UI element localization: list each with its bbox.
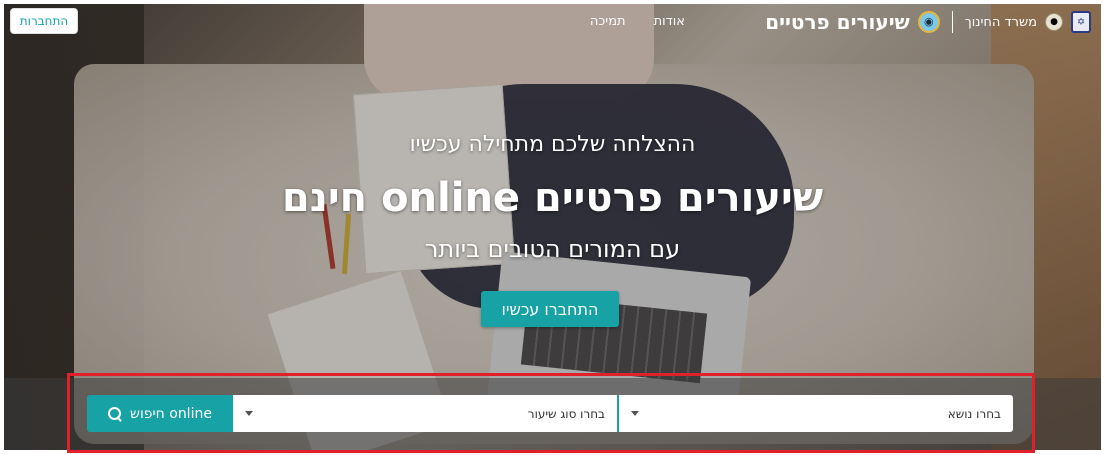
brand-title: שיעורים פרטיים	[765, 10, 910, 34]
owl-icon: ◉	[917, 11, 940, 33]
owl-icon: ●	[1045, 13, 1063, 31]
highlight-box	[67, 373, 1035, 453]
hero-subline: עם המורים הטובים ביותר	[424, 235, 681, 263]
state-emblem-icon: ✡	[1071, 11, 1091, 33]
hero-headline: שיעורים פרטיים online חינם	[281, 175, 824, 221]
nav-link-about[interactable]: אודות	[654, 14, 685, 29]
connect-now-button[interactable]: התחברו עכשיו	[481, 291, 619, 327]
nav-link-support[interactable]: תמיכה	[590, 14, 626, 29]
divider	[951, 11, 953, 33]
login-button[interactable]: התחברות	[10, 8, 78, 34]
top-navigation: ✡ ● משרד החינוך ◉ שיעורים פרטיים אודות ת…	[0, 0, 1105, 46]
brand[interactable]: ✡ ● משרד החינוך ◉ שיעורים פרטיים	[765, 10, 1091, 34]
nav-links: אודות תמיכה	[590, 14, 685, 29]
ministry-label: משרד החינוך	[964, 14, 1037, 30]
hero-tagline: ההצלחה שלכם מתחילה עכשיו	[409, 132, 696, 157]
